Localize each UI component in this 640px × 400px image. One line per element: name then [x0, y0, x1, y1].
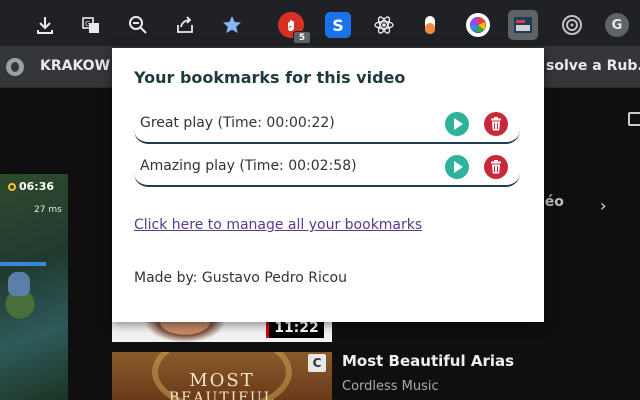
bookmark-popup: Your bookmarks for this video Great play…: [112, 48, 544, 322]
video-channel[interactable]: Cordless Music: [342, 379, 439, 394]
game-health-bar: [0, 262, 46, 266]
play-button[interactable]: [445, 155, 469, 179]
bookmark-item-krakow[interactable]: KRAKOW: [40, 58, 110, 74]
trash-icon: [491, 117, 501, 131]
game-character: [8, 272, 30, 296]
thumbnail-text-line1: MOST: [189, 370, 255, 391]
extension-video-bookmark-icon[interactable]: [508, 10, 538, 40]
extension-circle-icon[interactable]: [561, 14, 583, 36]
bookmark-row: Great play (Time: 00:00:22): [134, 108, 520, 144]
extension-badge-count: 5: [293, 31, 311, 44]
author-credit: Made by: Gustavo Pedro Ricou: [134, 270, 347, 286]
delete-button[interactable]: [484, 112, 508, 136]
bookmark-star-icon[interactable]: [221, 14, 243, 36]
manage-bookmarks-link[interactable]: Click here to manage all your bookmarks: [134, 217, 422, 233]
bookmark-label: Great play (Time: 00:00:22): [140, 115, 335, 131]
game-ping: 27 ms: [34, 205, 62, 215]
svg-text:G: G: [85, 20, 90, 28]
channel-badge: C: [308, 354, 326, 372]
extension-s-icon[interactable]: S: [325, 12, 351, 38]
clock-icon: [8, 183, 16, 191]
browser-toolbar: G 5 S G: [0, 0, 640, 46]
thumbnail-text-line2: BEAUTIFUL: [168, 390, 276, 400]
play-icon: [453, 118, 463, 130]
settings-icon[interactable]: [628, 112, 640, 126]
download-icon[interactable]: [34, 14, 56, 36]
play-button[interactable]: [445, 112, 469, 136]
extension-colorwheel-icon[interactable]: [466, 13, 490, 37]
bookmark-item-rubiks[interactable]: solve a Rub...: [546, 58, 640, 74]
play-icon: [453, 161, 463, 173]
game-clock: 06:36: [8, 180, 54, 193]
video-thumbnail-2[interactable]: MOST BEAUTIFUL: [112, 352, 332, 400]
react-devtools-icon[interactable]: [373, 14, 395, 36]
bookmark-label: Amazing play (Time: 00:02:58): [140, 158, 357, 174]
chevron-right-icon[interactable]: ›: [600, 196, 606, 215]
translate-icon[interactable]: G: [80, 14, 102, 36]
bookmark-row: Amazing play (Time: 00:02:58): [134, 151, 520, 187]
video-title[interactable]: Most Beautiful Arias: [342, 352, 514, 370]
extension-capsule-icon[interactable]: [419, 14, 441, 36]
globe-icon: [6, 58, 24, 76]
delete-button[interactable]: [484, 155, 508, 179]
game-clock-text: 06:36: [19, 180, 55, 193]
zoom-out-icon[interactable]: [127, 14, 149, 36]
extension-g-icon[interactable]: G: [605, 13, 629, 37]
share-icon[interactable]: [174, 14, 196, 36]
trash-icon: [491, 160, 501, 174]
popup-title: Your bookmarks for this video: [134, 68, 406, 87]
